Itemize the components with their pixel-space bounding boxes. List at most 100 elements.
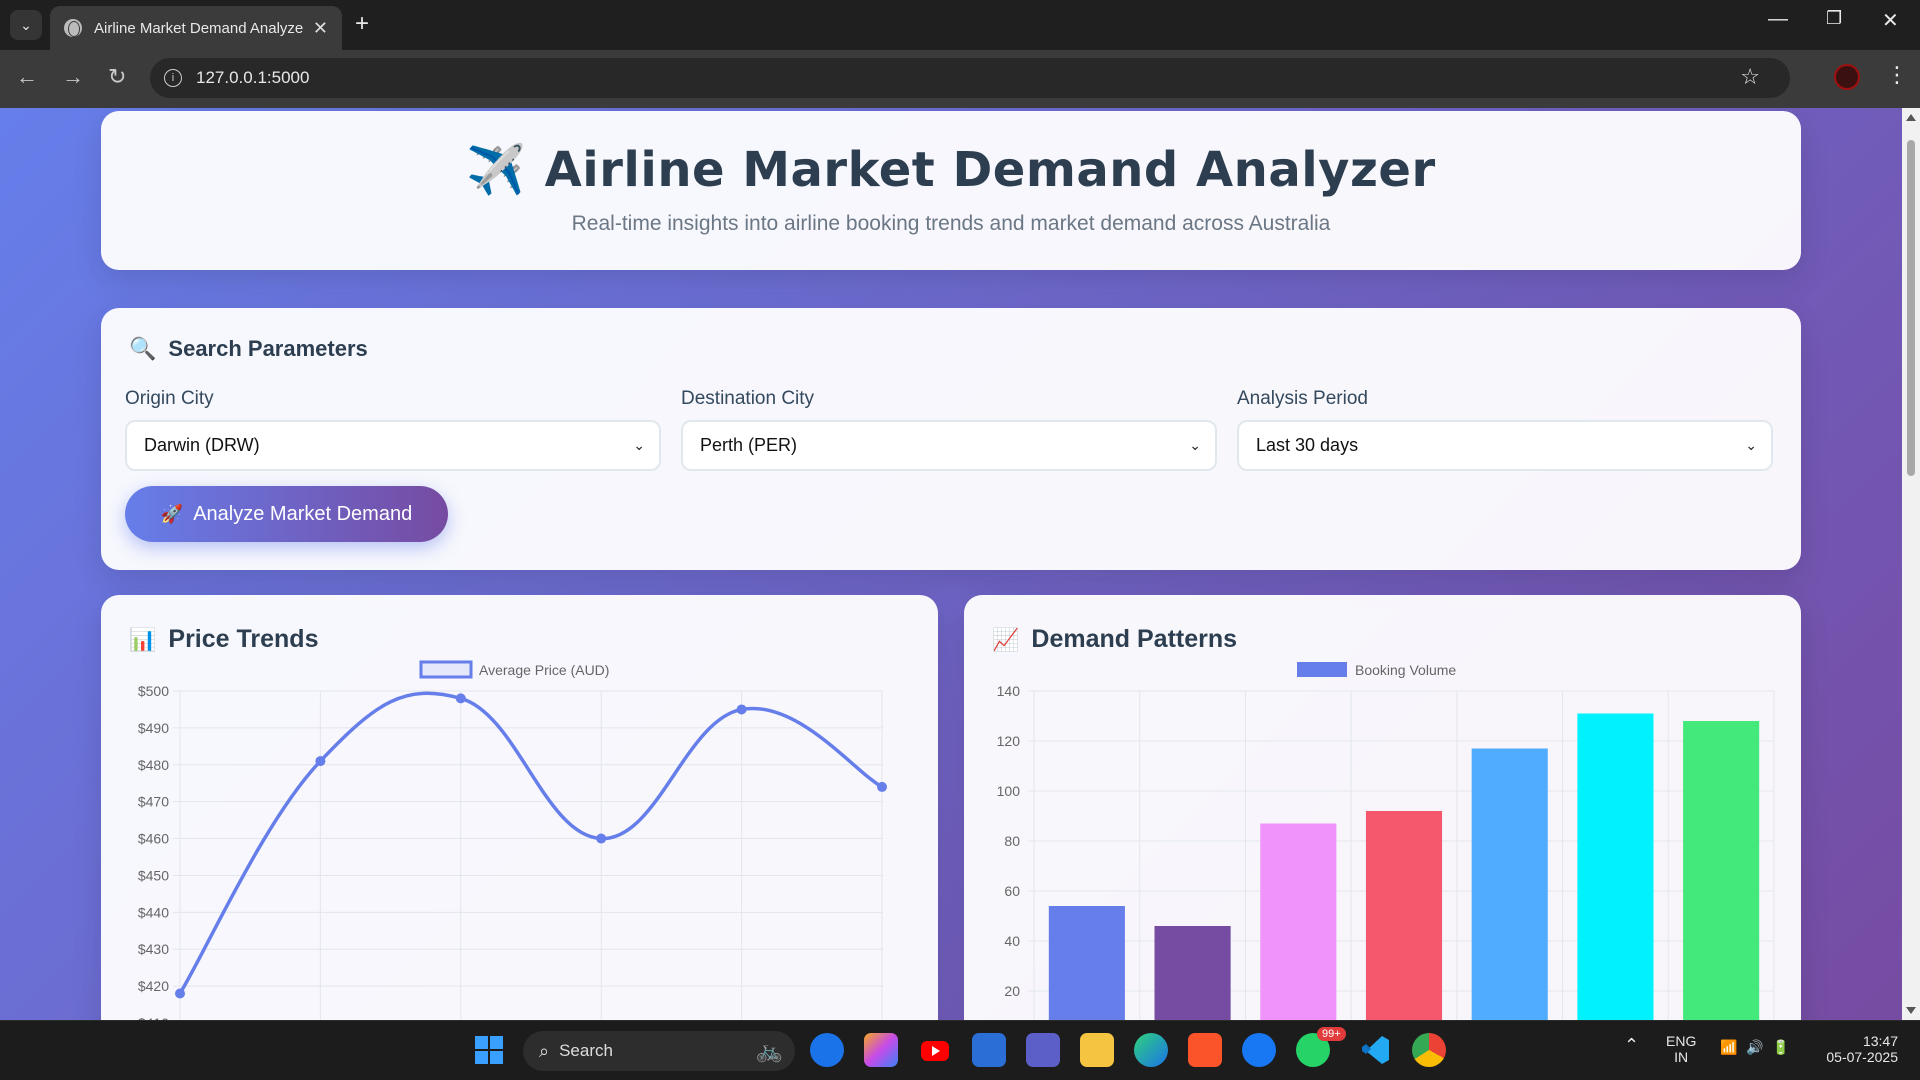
windows-taskbar: ⌕ Search 🚲 99+ ⌃ ENG IN 📶 🔊 🔋 13:47 05-07-…: [0, 1020, 1920, 1080]
demand-bar: [1154, 926, 1231, 1020]
youtube-icon[interactable]: [918, 1033, 952, 1067]
language-indicator[interactable]: ENG IN: [1666, 1033, 1696, 1065]
page-subtitle: Real-time insights into airline booking …: [571, 212, 1331, 235]
demand-bar: [1683, 721, 1760, 1020]
restore-button[interactable]: ❐: [1826, 8, 1842, 29]
destination-field: Destination City Perth (PER) ⌄: [681, 388, 1217, 471]
legend-label: Booking Volume: [1355, 662, 1456, 678]
chrome-icon[interactable]: [1412, 1033, 1446, 1067]
airplane-icon: ✈️: [466, 142, 527, 198]
demand-bar: [1471, 748, 1548, 1020]
period-label: Analysis Period: [1237, 388, 1368, 409]
search-icon: 🔍: [129, 336, 157, 361]
clock[interactable]: 13:47 05-07-2025: [1818, 1033, 1898, 1065]
brave-icon[interactable]: [1188, 1033, 1222, 1067]
windows-icon[interactable]: [472, 1033, 506, 1067]
origin-select[interactable]: Darwin (DRW) ⌄: [125, 420, 661, 471]
site-info-icon[interactable]: i: [164, 69, 182, 87]
y-tick-label: 120: [997, 733, 1021, 749]
browser-menu-icon[interactable]: ⋮: [1886, 62, 1908, 88]
y-tick-label: 100: [997, 783, 1021, 799]
notification-badge: 99+: [1317, 1027, 1346, 1041]
tab-close-icon[interactable]: ✕: [313, 18, 328, 39]
demand-pattern-chart: 140120100806040200Booking Volume: [997, 662, 1775, 1020]
origin-field: Origin City Darwin (DRW) ⌄: [125, 388, 661, 471]
globe-icon: [64, 19, 82, 37]
y-tick-label: 40: [1004, 933, 1020, 949]
scroll-up-icon[interactable]: [1906, 114, 1916, 121]
search-section-title: 🔍 Search Parameters: [129, 336, 368, 361]
destination-select[interactable]: Perth (PER) ⌄: [681, 420, 1217, 471]
wifi-icon[interactable]: 📶: [1720, 1039, 1737, 1056]
y-tick-label: 20: [1004, 983, 1020, 999]
scroll-down-icon[interactable]: [1906, 1007, 1916, 1014]
price-data-point: [455, 693, 466, 704]
scrollbar-thumb[interactable]: [1907, 140, 1915, 476]
url-text: 127.0.0.1:5000: [196, 68, 310, 87]
chevron-down-icon: ⌄: [1745, 437, 1757, 453]
price-data-point: [877, 781, 887, 792]
price-data-point: [315, 756, 326, 767]
y-tick-label: $480: [138, 757, 169, 773]
chevron-down-icon: ⌄: [633, 437, 645, 453]
vscode-icon[interactable]: [1358, 1033, 1392, 1067]
destination-label: Destination City: [681, 388, 815, 409]
store-icon[interactable]: [972, 1033, 1006, 1067]
search-parameters-card: 🔍 Search Parameters Origin City Darwin (…: [101, 308, 1801, 570]
demand-bar: [1048, 906, 1125, 1020]
demand-patterns-card: 📈 Demand Patterns 140120100806040200Book…: [964, 595, 1801, 1020]
origin-label: Origin City: [125, 388, 214, 409]
price-data-point: [175, 988, 185, 999]
browser-tab[interactable]: Airline Market Demand Analyze ✕: [50, 6, 342, 50]
y-tick-label: $440: [138, 904, 169, 920]
page-scrollbar[interactable]: [1902, 108, 1920, 1020]
teams-icon[interactable]: [1026, 1033, 1060, 1067]
copilot-icon[interactable]: [810, 1033, 844, 1067]
tab-search-chevron-icon[interactable]: ⌄: [10, 10, 42, 40]
taskbar-search[interactable]: ⌕ Search 🚲: [523, 1031, 795, 1071]
y-tick-label: $430: [138, 941, 169, 957]
header-card: ✈️ Airline Market Demand Analyzer Real-ti…: [101, 111, 1801, 270]
back-icon[interactable]: ←: [16, 64, 38, 90]
demand-bar: [1365, 811, 1443, 1020]
y-tick-label: $450: [138, 867, 169, 883]
browser-tab-bar: ⌄ Airline Market Demand Analyze ✕ + — ❐ …: [0, 0, 1920, 50]
facebook-icon[interactable]: [1242, 1033, 1276, 1067]
forward-icon[interactable]: →: [62, 64, 84, 90]
address-bar[interactable]: i 127.0.0.1:5000 ☆: [150, 58, 1790, 98]
period-field: Analysis Period Last 30 days ⌄: [1237, 388, 1773, 471]
price-trends-card: 📊 Price Trends $500 $490 $480 $470 $460 $450 $…: [101, 595, 938, 1020]
battery-icon[interactable]: 🔋: [1772, 1039, 1789, 1056]
analyze-button[interactable]: 🚀 Analyze Market Demand: [125, 486, 448, 542]
close-window-button[interactable]: ✕: [1882, 8, 1899, 33]
demand-bar: [1260, 823, 1337, 1020]
y-tick-label: $490: [138, 720, 169, 736]
y-tick-label: $500: [138, 683, 169, 699]
profile-avatar[interactable]: [1834, 64, 1860, 90]
reload-icon[interactable]: ↻: [108, 64, 126, 90]
rocket-icon: 🚀: [160, 503, 184, 524]
demand-bar: [1577, 713, 1654, 1020]
chevron-down-icon: ⌄: [1189, 437, 1201, 453]
y-tick-label: 140: [997, 683, 1021, 699]
page-viewport: ✈️ Airline Market Demand Analyzer Real-ti…: [0, 108, 1902, 1020]
minimize-button[interactable]: —: [1768, 8, 1788, 31]
price-data-point: [736, 704, 747, 715]
new-tab-button[interactable]: +: [355, 10, 369, 38]
tab-title: Airline Market Demand Analyze: [94, 19, 304, 37]
period-select[interactable]: Last 30 days ⌄: [1237, 420, 1773, 471]
file-explorer-icon[interactable]: [1080, 1033, 1114, 1067]
search-icon: ⌕: [539, 1040, 550, 1061]
y-tick-label: $420: [138, 978, 169, 994]
y-tick-label: $460: [138, 831, 169, 847]
m365-icon[interactable]: [864, 1033, 898, 1067]
y-tick-label: $470: [138, 794, 169, 810]
legend-swatch: [419, 660, 473, 679]
price-series-line: [178, 691, 883, 995]
price-data-point: [596, 833, 607, 844]
y-tick-label: 80: [1004, 833, 1020, 849]
bookmark-star-icon[interactable]: ☆: [1740, 64, 1760, 90]
volume-icon[interactable]: 🔊: [1746, 1039, 1763, 1056]
edge-icon[interactable]: [1134, 1033, 1168, 1067]
tray-overflow-icon[interactable]: ⌃: [1624, 1035, 1639, 1056]
